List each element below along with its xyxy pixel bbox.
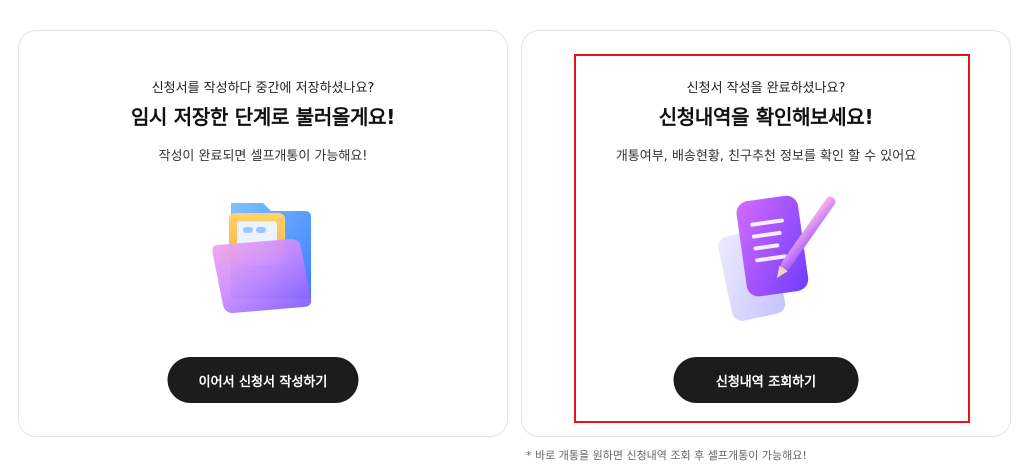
resume-application-card: 신청서를 작성하다 중간에 저장하셨나요? 임시 저장한 단계로 불러올게요! … xyxy=(18,30,508,437)
card-subtitle: 신청서 작성을 완료하셨나요? xyxy=(686,81,846,96)
view-history-button[interactable]: 신청내역 조회하기 xyxy=(673,357,859,403)
check-history-card: 신청서 작성을 완료하셨나요? 신청내역을 확인해보세요! 개통여부, 배송현황… xyxy=(521,30,1011,437)
continue-application-button[interactable]: 이어서 신청서 작성하기 xyxy=(167,357,359,403)
folder-icon xyxy=(19,181,507,331)
footnote-text: * 바로 개통을 원하면 신청내역 조회 후 셀프개통이 가능해요! xyxy=(526,449,807,462)
card-description: 개통여부, 배송현황, 친구추천 정보를 확인 할 수 있어요 xyxy=(615,149,917,164)
card-description: 작성이 완료되면 셀프개통이 가능해요! xyxy=(158,149,368,164)
card-subtitle: 신청서를 작성하다 중간에 저장하셨나요? xyxy=(151,81,375,96)
card-title: 신청내역을 확인해보세요! xyxy=(658,105,874,129)
card-title: 임시 저장한 단계로 불러올게요! xyxy=(130,105,396,129)
document-pencil-icon xyxy=(522,181,1010,331)
